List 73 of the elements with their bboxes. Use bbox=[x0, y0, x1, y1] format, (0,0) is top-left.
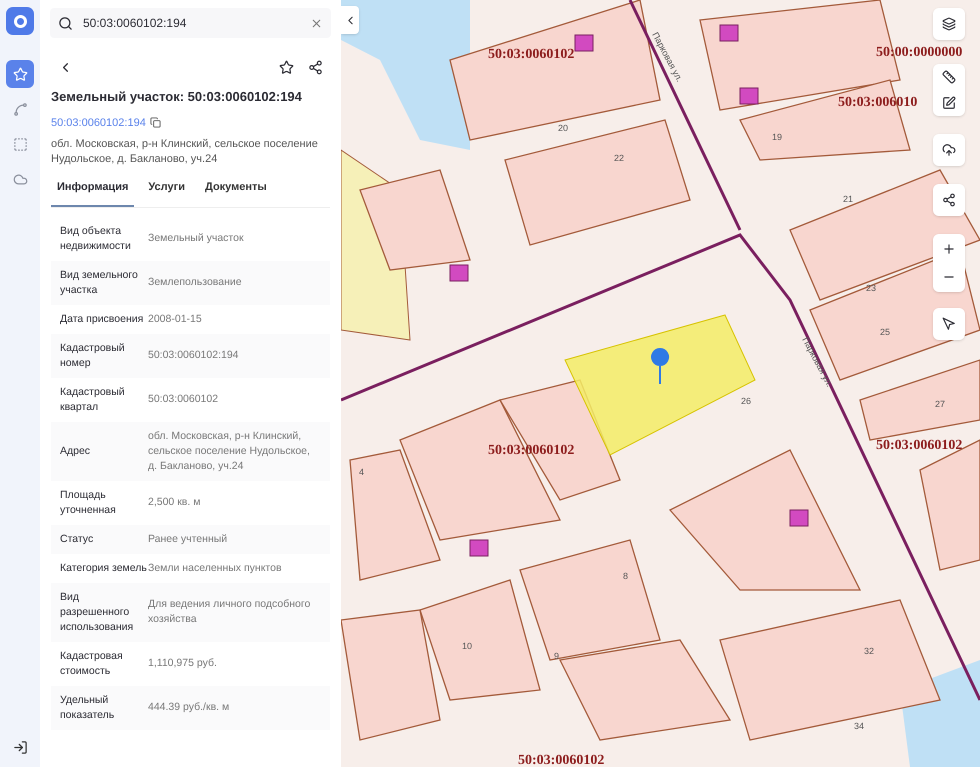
cloud-icon bbox=[12, 172, 28, 186]
house-number: 9 bbox=[554, 650, 560, 663]
property-value: 2008-01-15 bbox=[148, 312, 203, 326]
property-label: Площадь уточненная bbox=[60, 488, 117, 518]
house-number: 25 bbox=[880, 326, 890, 339]
ruler-icon[interactable] bbox=[942, 70, 956, 84]
property-value: Ранее учтенный bbox=[148, 532, 228, 546]
parcel-address: обл. Московская, р-н Клинский, сельское поселение Нудольское, д. Бакланово, уч.24 bbox=[51, 137, 319, 167]
property-value: Земли населенных пунктов bbox=[148, 560, 283, 576]
star-icon bbox=[12, 66, 28, 82]
star-button[interactable] bbox=[6, 60, 34, 88]
cloud-upload-icon bbox=[942, 143, 956, 157]
property-label: Вид земельного участка bbox=[60, 268, 139, 298]
favorite-icon[interactable] bbox=[279, 60, 294, 75]
house-number: 4 bbox=[359, 466, 364, 479]
property-label: Дата присвоения bbox=[60, 312, 144, 326]
property-label: Категория земель bbox=[60, 560, 148, 576]
house-number: 34 bbox=[854, 720, 864, 733]
property-value: 1,110,975 руб. bbox=[148, 656, 218, 671]
share-map-button[interactable] bbox=[933, 184, 965, 216]
property-value: 50:03:0060102:194 bbox=[148, 348, 240, 363]
house-number: 10 bbox=[462, 640, 472, 653]
collapse-panel-button[interactable] bbox=[341, 6, 359, 34]
curve-icon bbox=[12, 102, 28, 116]
property-label: Адрес bbox=[60, 444, 92, 458]
search-field[interactable]: 50:03:0060102:194 bbox=[50, 8, 331, 38]
property-value: Земельный участок bbox=[148, 231, 245, 246]
property-label: Статус bbox=[60, 532, 94, 546]
house-number: 21 bbox=[843, 193, 854, 206]
share-icon bbox=[942, 193, 956, 207]
property-label: Удельный показатель bbox=[60, 692, 116, 722]
copy-icon[interactable] bbox=[150, 117, 161, 128]
property-label: Кадастровый квартал bbox=[60, 384, 126, 414]
property-value: 444.39 руб./кв. м bbox=[148, 700, 230, 715]
share-icon[interactable] bbox=[308, 60, 323, 75]
tab[interactable]: Документы bbox=[198, 176, 273, 206]
login-icon[interactable] bbox=[12, 740, 28, 755]
close-icon[interactable] bbox=[310, 16, 323, 30]
property-value: Для ведения личного подсобного хозяйства bbox=[148, 597, 312, 627]
navigation-arrow-icon bbox=[942, 317, 956, 331]
house-number: 32 bbox=[864, 645, 874, 658]
zoom-in-icon[interactable] bbox=[942, 242, 956, 256]
property-label: Вид объекта недвижимости bbox=[60, 224, 132, 254]
house-number: 22 bbox=[614, 152, 624, 165]
property-value: обл. Московская, р-н Клинский, сельское поселение Нудольское, д. Бакланово, уч.24 bbox=[148, 428, 311, 474]
parcel-title: Земельный участок: 50:03:0060102:194 bbox=[51, 88, 303, 106]
upload-button[interactable] bbox=[933, 134, 965, 166]
tab[interactable]: Услуги bbox=[142, 176, 191, 206]
house-number: 23 bbox=[866, 282, 876, 295]
property-label: Кадастровая стоимость bbox=[60, 648, 124, 678]
search-input[interactable]: 50:03:0060102:194 bbox=[83, 14, 300, 32]
map-quarter-label: 50:03:0060102 bbox=[518, 752, 604, 767]
search-icon bbox=[58, 16, 73, 30]
cadastral-number-link[interactable]: 50:03:0060102:194 bbox=[51, 114, 146, 131]
house-number: 19 bbox=[772, 131, 782, 144]
house-number: 8 bbox=[623, 570, 628, 583]
property-value: 2,500 кв. м bbox=[148, 495, 202, 510]
dashed-square-icon bbox=[12, 136, 28, 152]
property-label: Кадастровый номер bbox=[60, 340, 126, 370]
house-number: 20 bbox=[558, 122, 568, 135]
layers-icon bbox=[942, 17, 956, 31]
house-number: 26 bbox=[741, 395, 752, 408]
house-number: 27 bbox=[935, 398, 946, 411]
map-quarter-label: 50:03:0060102 bbox=[488, 46, 574, 64]
property-value: Землепользование bbox=[148, 275, 243, 290]
property-value: 50:03:0060102 bbox=[148, 392, 220, 407]
app-logo-icon[interactable] bbox=[6, 7, 34, 35]
locate-button[interactable] bbox=[933, 308, 965, 340]
tab[interactable]: Информация bbox=[51, 176, 134, 206]
edit-icon[interactable] bbox=[942, 96, 956, 110]
property-label: Вид разрешенного использования bbox=[60, 590, 134, 634]
layers-button[interactable] bbox=[933, 8, 965, 40]
map-quarter-label: 50:03:0060102 bbox=[876, 437, 962, 455]
